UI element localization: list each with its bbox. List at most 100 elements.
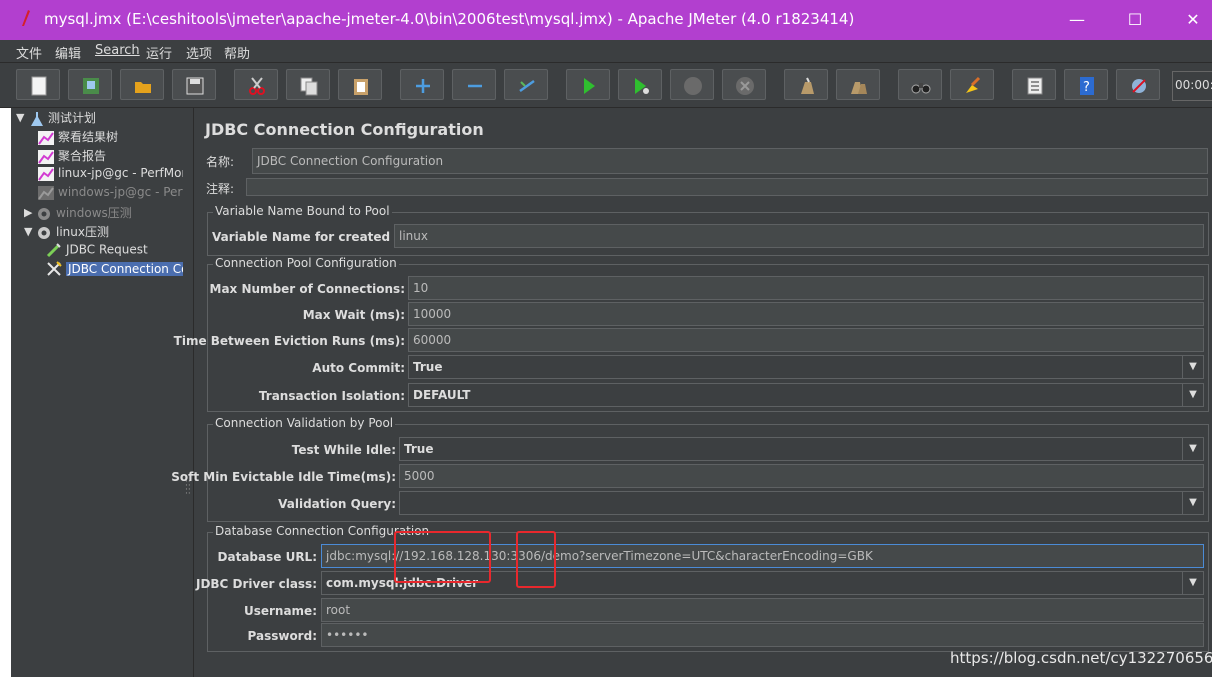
function-helper-icon xyxy=(1027,77,1043,95)
eviction-runs-input[interactable]: 60000 xyxy=(408,328,1204,352)
menu-bar: 文件 编辑 Search 运行 选项 帮助 xyxy=(0,40,1212,63)
search-button[interactable] xyxy=(898,69,942,100)
tree-item-test-plan[interactable]: 测试计划 xyxy=(30,109,96,127)
cut-button[interactable] xyxy=(234,69,278,100)
comment-label: 注释: xyxy=(206,182,235,196)
paste-icon xyxy=(354,79,368,95)
tree-item-jdbc-request[interactable]: JDBC Request xyxy=(46,242,148,260)
comment-field[interactable] xyxy=(246,178,1208,196)
transaction-isolation-select[interactable]: DEFAULT ▼ xyxy=(408,383,1204,407)
test-while-idle-select[interactable]: True ▼ xyxy=(399,437,1204,461)
paste-button[interactable] xyxy=(338,69,382,100)
remote-button[interactable] xyxy=(1116,69,1160,100)
chevron-down-icon[interactable]: ▼ xyxy=(1182,384,1203,406)
reset-search-button[interactable] xyxy=(950,69,994,100)
name-label: 名称: xyxy=(206,155,235,169)
tree-item-windows-thread-group[interactable]: windows压测 xyxy=(36,204,132,222)
function-helper-button[interactable] xyxy=(1012,69,1056,100)
expand-arrow-icon[interactable]: ▼ xyxy=(16,111,24,124)
test-plan-tree: ▼ 测试计划 察看结果树 聚合报告 linux-jp@gc - PerfMon … xyxy=(11,108,191,677)
clear-icon xyxy=(801,77,814,94)
help-button[interactable]: ? xyxy=(1064,69,1108,100)
database-url-label: Database URL: xyxy=(217,550,317,564)
auto-commit-select[interactable]: True ▼ xyxy=(408,355,1204,379)
group-title: Connection Pool Configuration xyxy=(213,256,399,270)
soft-min-idle-input[interactable]: 5000 xyxy=(399,464,1204,488)
test-plan-icon xyxy=(31,111,43,126)
stop-button[interactable] xyxy=(670,69,714,100)
maximize-button[interactable]: ☐ xyxy=(1112,6,1158,34)
max-connections-label: Max Number of Connections: xyxy=(209,282,405,296)
new-button[interactable] xyxy=(16,69,60,100)
start-no-pause-button[interactable] xyxy=(618,69,662,100)
tree-item-jdbc-connection-config[interactable]: JDBC Connection Co xyxy=(46,261,191,279)
eviction-runs-label: Time Between Eviction Runs (ms): xyxy=(173,334,405,348)
save-button[interactable] xyxy=(172,69,216,100)
minimize-button[interactable]: — xyxy=(1054,6,1100,34)
password-input[interactable]: •••••• xyxy=(321,623,1204,647)
toggle-button[interactable] xyxy=(504,69,548,100)
close-button[interactable]: ✕ xyxy=(1170,6,1212,34)
pool-variable-input[interactable]: linux xyxy=(394,224,1204,248)
tree-item-view-results[interactable]: 察看结果树 xyxy=(38,128,118,146)
tree-item-linux-thread-group[interactable]: linux压测 xyxy=(36,223,109,241)
config-element-icon xyxy=(47,261,62,276)
chevron-down-icon[interactable]: ▼ xyxy=(1182,572,1203,594)
panel-heading: JDBC Connection Configuration xyxy=(205,120,484,139)
svg-text:?: ? xyxy=(1083,80,1090,95)
start-icon xyxy=(584,78,595,94)
split-pane-divider[interactable]: ·· ·· ·· ·· xyxy=(183,108,194,677)
copy-icon xyxy=(300,77,318,96)
clear-all-button[interactable] xyxy=(836,69,880,100)
start-button[interactable] xyxy=(566,69,610,100)
max-wait-input[interactable]: 10000 xyxy=(408,302,1204,326)
collapse-all-button[interactable] xyxy=(452,69,496,100)
listener-icon xyxy=(38,149,54,164)
group-title: Variable Name Bound to Pool xyxy=(213,204,392,218)
remote-icon xyxy=(1132,79,1146,93)
watermark-text: https://blog.csdn.net/cy1322706567 xyxy=(950,649,1212,667)
new-icon xyxy=(31,76,47,96)
toolbar: ? 00:00:0 xyxy=(0,63,1212,108)
reset-search-icon xyxy=(966,76,981,93)
test-while-idle-label: Test While Idle: xyxy=(291,443,396,457)
menu-run[interactable]: 运行 xyxy=(146,43,172,62)
start-no-pause-icon xyxy=(635,78,649,94)
menu-file[interactable]: 文件 xyxy=(16,43,42,62)
max-wait-label: Max Wait (ms): xyxy=(302,308,405,322)
menu-help[interactable]: 帮助 xyxy=(224,43,250,62)
jdbc-driver-label: JDBC Driver class: xyxy=(195,577,317,591)
thread-group-icon xyxy=(38,207,50,220)
templates-button[interactable] xyxy=(68,69,112,100)
menu-options[interactable]: 选项 xyxy=(186,43,212,62)
copy-button[interactable] xyxy=(286,69,330,100)
menu-search[interactable]: Search xyxy=(95,43,140,58)
chevron-down-icon[interactable]: ▼ xyxy=(1182,356,1203,378)
jmeter-feather-icon xyxy=(22,10,30,26)
tree-item-windows-perfmon[interactable]: windows-jp@gc - Perf xyxy=(38,185,187,203)
toggle-icon xyxy=(519,79,535,93)
name-field[interactable]: JDBC Connection Configuration xyxy=(252,148,1208,174)
open-button[interactable] xyxy=(120,69,164,100)
shutdown-button[interactable] xyxy=(722,69,766,100)
clear-button[interactable] xyxy=(784,69,828,100)
username-input[interactable]: root xyxy=(321,598,1204,622)
auto-commit-value: True xyxy=(413,360,443,374)
menu-edit[interactable]: 编辑 xyxy=(55,43,81,62)
expand-all-button[interactable] xyxy=(400,69,444,100)
validation-query-select[interactable]: ▼ xyxy=(399,491,1204,515)
title-bar: mysql.jmx (E:\ceshitools\jmeter\apache-j… xyxy=(0,0,1212,40)
collapse-arrow-icon[interactable]: ▶ xyxy=(24,206,32,219)
tree-item-aggregate-report[interactable]: 聚合报告 xyxy=(38,147,106,165)
listener-icon xyxy=(38,130,54,145)
clear-all-icon xyxy=(851,82,867,94)
cut-icon xyxy=(249,77,265,95)
tree-item-linux-perfmon[interactable]: linux-jp@gc - PerfMon xyxy=(38,166,189,184)
chevron-down-icon[interactable]: ▼ xyxy=(1182,438,1203,460)
chevron-down-icon[interactable]: ▼ xyxy=(1182,492,1203,514)
max-connections-input[interactable]: 10 xyxy=(408,276,1204,300)
expand-arrow-icon[interactable]: ▼ xyxy=(24,225,32,238)
thread-group-icon xyxy=(38,226,50,239)
search-icon xyxy=(911,83,931,94)
collapse-icon xyxy=(468,84,482,88)
